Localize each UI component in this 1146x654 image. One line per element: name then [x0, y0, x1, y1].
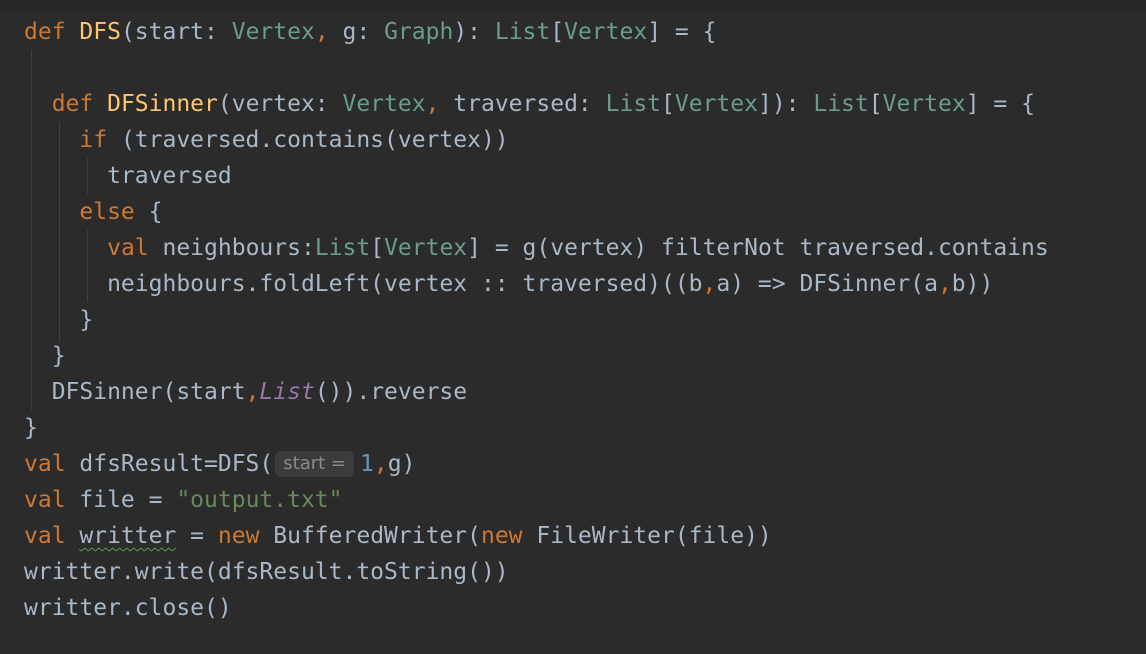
- code-token: DFSinner(start: [24, 379, 246, 405]
- code-token: writter.close(): [24, 595, 232, 621]
- code-token: Vertex: [384, 235, 468, 261]
- code-token: List: [605, 91, 662, 117]
- code-line[interactable]: writter.write(dfsResult.toString()): [24, 554, 509, 590]
- code-token: Vertex: [564, 19, 648, 45]
- code-token: List: [314, 235, 371, 261]
- code-token: ,: [314, 19, 343, 45]
- code-line[interactable]: val writter = new BufferedWriter(new Fil…: [24, 518, 772, 554]
- code-token: ] = g(vertex) filterNot traversed.contai…: [467, 235, 1049, 261]
- code-token: ,: [937, 271, 952, 297]
- code-token: traversed:: [453, 91, 606, 117]
- code-token: List: [494, 19, 551, 45]
- code-line[interactable]: }: [24, 302, 93, 338]
- code-line[interactable]: }: [24, 338, 66, 374]
- code-line[interactable]: def DFSinner(vertex: Vertex, traversed: …: [24, 86, 1035, 122]
- editor-top-strip: [0, 0, 1146, 12]
- code-token: val: [24, 487, 80, 513]
- code-line[interactable]: writter.close(): [24, 590, 232, 626]
- code-token: (start:: [120, 19, 232, 45]
- code-line[interactable]: traversed: [24, 158, 232, 194]
- code-token: DFSinner: [107, 91, 218, 117]
- code-token: {: [148, 199, 163, 225]
- code-token: val: [24, 451, 80, 477]
- code-token: else: [79, 199, 149, 225]
- code-token: }: [24, 343, 66, 369]
- code-token: writter.write(dfsResult.toString()): [24, 559, 509, 585]
- code-token: (vertex:: [217, 91, 343, 117]
- code-token: }: [24, 307, 94, 333]
- code-token: Vertex: [674, 91, 758, 117]
- code-token: ,: [702, 271, 717, 297]
- code-token: new: [480, 523, 537, 549]
- code-token: ,: [373, 451, 388, 477]
- code-token: ] = {: [965, 91, 1035, 117]
- code-token: new: [217, 523, 274, 549]
- code-token: }: [24, 415, 38, 441]
- code-token: BufferedWriter(: [273, 523, 481, 549]
- code-token: def: [24, 19, 80, 45]
- code-token: [: [661, 91, 675, 117]
- code-token: 1: [360, 451, 374, 477]
- code-token: a) => DFSinner(a: [716, 271, 938, 297]
- code-line[interactable]: val dfsResult=DFS(start = 1,g): [24, 446, 415, 482]
- code-line[interactable]: DFSinner(start,List()).reverse: [24, 374, 467, 410]
- code-token: (traversed.contains(vertex)): [120, 127, 509, 153]
- code-token: Vertex: [342, 91, 426, 117]
- code-token: FileWriter(file)): [536, 523, 772, 549]
- code-token: def: [51, 91, 108, 117]
- code-token: ,: [425, 91, 454, 117]
- code-token: neighbours:: [162, 235, 315, 261]
- code-line[interactable]: if (traversed.contains(vertex)): [24, 122, 509, 158]
- code-token: "output.txt": [176, 487, 343, 513]
- code-token: dfsResult=DFS(: [79, 451, 274, 477]
- code-line[interactable]: neighbours.foldLeft(vertex :: traversed)…: [24, 266, 993, 302]
- code-token: ] = {: [647, 19, 717, 45]
- code-line[interactable]: val file = "output.txt": [24, 482, 343, 518]
- code-line[interactable]: def DFS(start: Vertex, g: Graph): List[V…: [24, 14, 716, 50]
- code-token: Vertex: [882, 91, 966, 117]
- code-line[interactable]: }: [24, 410, 38, 446]
- code-token: [: [550, 19, 565, 45]
- code-token: val: [24, 523, 80, 549]
- code-token: val: [107, 235, 163, 261]
- code-token: b)): [951, 271, 994, 297]
- code-token: traversed: [24, 163, 232, 189]
- code-line[interactable]: else {: [24, 194, 163, 230]
- code-token: ):: [453, 19, 495, 45]
- code-token: [: [370, 235, 385, 261]
- code-line[interactable]: val neighbours:List[Vertex] = g(vertex) …: [24, 230, 1049, 266]
- code-token: g): [387, 451, 416, 477]
- code-token: List: [259, 379, 315, 405]
- code-token: [: [868, 91, 883, 117]
- code-token: g:: [342, 19, 385, 45]
- code-token: ]):: [757, 91, 814, 117]
- code-token: ()).reverse: [314, 379, 468, 405]
- code-token: writter: [79, 523, 177, 549]
- code-editor[interactable]: def DFS(start: Vertex, g: Graph): List[V…: [0, 0, 1146, 654]
- code-token: neighbours.foldLeft(vertex :: traversed)…: [24, 271, 703, 297]
- code-token: DFS: [79, 19, 121, 45]
- code-token: file =: [79, 487, 177, 513]
- code-token: Graph: [384, 19, 454, 45]
- parameter-hint: start =: [275, 451, 354, 477]
- code-token: =: [176, 523, 218, 549]
- code-token: List: [813, 91, 869, 117]
- code-token: ,: [245, 379, 260, 405]
- code-token: if: [79, 127, 121, 153]
- code-token: Vertex: [231, 19, 315, 45]
